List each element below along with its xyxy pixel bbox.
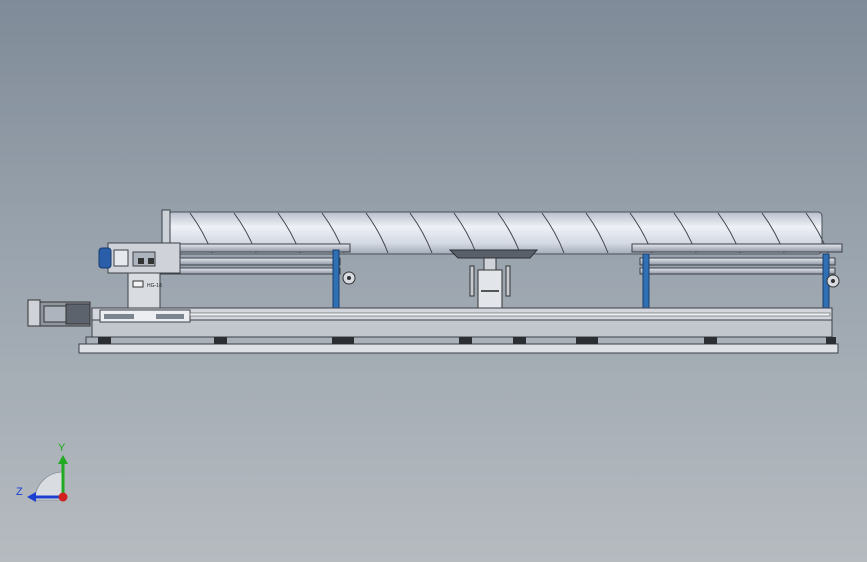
forming-head: HG-18 [98,242,181,310]
graphics-viewport[interactable]: HG-18 Y Z [0,0,867,562]
view-orientation-triad[interactable] [27,455,68,502]
label-plate: HG-18 [147,283,162,289]
motor-icon [98,247,112,269]
base-frame [78,307,839,354]
z-axis-label: Z [16,486,23,498]
z-arrow-icon [27,492,36,502]
y-arrow-icon [58,455,68,464]
drive-motor [27,299,91,327]
x-axis-icon [58,492,68,502]
y-axis-label: Y [58,442,66,454]
cad-model-view[interactable]: HG-18 [0,0,867,562]
